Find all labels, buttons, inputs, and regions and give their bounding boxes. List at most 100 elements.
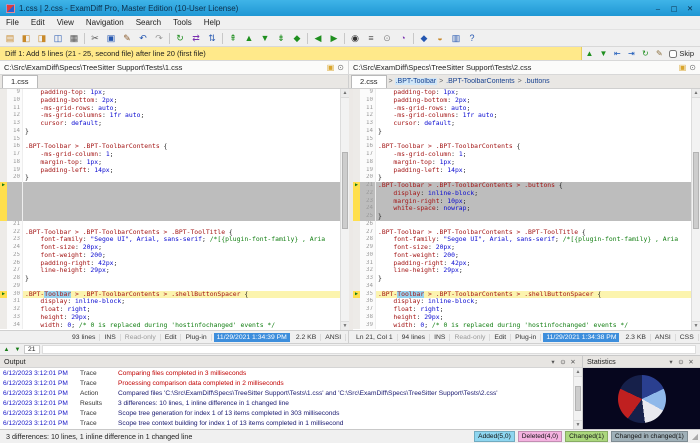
browse-folder-icon[interactable]: ▣ [679,63,687,72]
scroll-down-arrow[interactable]: ▼ [692,321,700,330]
help-button[interactable]: ? [464,31,480,46]
print-button[interactable]: ▦ [66,31,82,46]
menu-item-view[interactable]: View [51,16,80,29]
save-button[interactable]: ◫ [50,31,66,46]
pin-icon[interactable]: ⊙ [676,358,686,366]
code-text[interactable] [376,221,691,229]
breadcrumb-item[interactable]: .BPT-Toolbar [395,78,437,85]
code-text[interactable] [23,190,340,198]
copy-block-right-button[interactable]: ⇥ [624,48,638,60]
output-row[interactable]: 6/12/2023 3:12:01 PMTraceScope tree gene… [0,408,573,418]
copy-button[interactable]: ▣ [103,31,119,46]
code-text[interactable]: } [23,275,340,283]
edit-block-button[interactable]: ✎ [652,48,666,60]
menu-item-search[interactable]: Search [130,16,167,29]
output-row[interactable]: 6/12/2023 3:12:01 PMResults3 differences… [0,398,573,408]
code-text[interactable]: padding-top: 1px; [376,89,691,97]
code-text[interactable]: display: inline-block; [376,298,691,306]
code-text[interactable]: padding-left: 14px; [376,167,691,175]
code-text[interactable]: display: inline-block; [376,190,691,198]
code-text[interactable]: font-size: 20px; [23,244,340,252]
code-text[interactable]: line-height: 29px; [23,267,340,275]
code-text[interactable]: padding-right: 42px; [23,260,340,268]
menu-item-edit[interactable]: Edit [25,16,51,29]
skip-checkbox[interactable] [669,50,677,58]
code-text[interactable]: .BPT-Toolbar > .BPT-ToolbarContents > .b… [376,182,691,190]
code-text[interactable] [23,136,340,144]
code-text[interactable]: -ms-grid-columns: 1fr auto; [376,112,691,120]
code-text[interactable]: float: right; [23,306,340,314]
prev-change-arrow-icon[interactable]: ▲ [2,347,11,353]
code-text[interactable]: -ms-grid-rows: auto; [23,105,340,113]
scroll-up-arrow[interactable]: ▲ [574,368,582,377]
recompare-block-button[interactable]: ↻ [638,48,652,60]
output-row[interactable]: 6/12/2023 3:12:01 PMTraceScope tree cont… [0,418,573,428]
cut-button[interactable]: ✂ [87,31,103,46]
menu-item-tools[interactable]: Tools [167,16,198,29]
code-text[interactable]: height: 29px; [376,314,691,322]
code-text[interactable] [23,283,340,291]
pin-icon[interactable]: ⊙ [337,63,344,72]
output-row[interactable]: 6/12/2023 3:12:01 PMTraceProcessing comp… [0,378,573,388]
maximize-button[interactable]: ▢ [666,2,682,15]
code-text[interactable]: font-weight: 200; [376,252,691,260]
report-button[interactable]: ▥ [448,31,464,46]
copy-block-left-button[interactable]: ⇤ [610,48,624,60]
code-text[interactable] [23,198,340,206]
plugins-button[interactable]: ◆ [416,31,432,46]
menu-item-navigation[interactable]: Navigation [80,16,130,29]
swap-panes-button[interactable]: ⇄ [188,31,204,46]
next-difference-button[interactable]: ▼ [596,48,610,60]
tab-second-file[interactable]: 2.css [351,75,387,88]
code-text[interactable] [23,205,340,213]
code-text[interactable]: -ms-grid-column: 1; [23,151,340,159]
code-text[interactable] [376,136,691,144]
prev-file-button[interactable]: ◀ [310,31,326,46]
open-first-file-button[interactable]: ◧ [18,31,34,46]
code-text[interactable]: .BPT-Toolbar > .BPT-ToolbarContents > .B… [23,229,340,237]
options-button[interactable]: ⊙ [379,31,395,46]
code-text[interactable]: padding-right: 42px; [376,260,691,268]
code-text[interactable] [23,182,340,190]
code-text[interactable]: .BPT-Toolbar > .BPT-ToolbarContents > .s… [23,291,340,299]
code-text[interactable]: cursor: default; [376,120,691,128]
redo-button[interactable]: ↷ [151,31,167,46]
code-text[interactable]: -ms-grid-rows: auto; [376,105,691,113]
code-text[interactable]: } [23,128,340,136]
next-file-button[interactable]: ▶ [326,31,342,46]
menu-item-file[interactable]: File [0,16,25,29]
code-text[interactable] [376,283,691,291]
prev-difference-button[interactable]: ▲ [582,48,596,60]
code-text[interactable]: } [376,128,691,136]
code-text[interactable]: font-size: 20px; [376,244,691,252]
code-text[interactable] [23,221,340,229]
code-text[interactable]: padding-bottom: 2px; [23,97,340,105]
code-text[interactable]: font-weight: 200; [23,252,340,260]
code-text[interactable]: } [376,275,691,283]
code-text[interactable]: } [376,213,691,221]
code-text[interactable]: } [376,174,691,182]
pin-icon[interactable]: ⊙ [558,358,568,366]
chevron-down-icon[interactable]: ▾ [548,358,558,366]
resize-grip[interactable]: ◢ [692,432,698,441]
close-icon[interactable]: ✕ [568,358,578,366]
first-diff-button[interactable]: ⇞ [225,31,241,46]
code-text[interactable]: .BPT-Toolbar > .BPT-ToolbarContents { [376,143,691,151]
recompare-button[interactable]: ↻ [172,31,188,46]
close-button[interactable]: ✕ [682,2,698,15]
breadcrumb-item[interactable]: .BPT-ToolbarContents [445,78,515,85]
undo-button[interactable]: ↶ [135,31,151,46]
scrollbar-thumb[interactable] [693,152,699,229]
code-text[interactable]: padding-bottom: 2px; [376,97,691,105]
code-text[interactable]: .BPT-Toolbar > .BPT-ToolbarContents { [23,143,340,151]
menu-item-help[interactable]: Help [198,16,226,29]
output-row[interactable]: 6/12/2023 3:12:01 PMActionCompared files… [0,388,573,398]
code-text[interactable]: .BPT-Toolbar > .BPT-ToolbarContents > .B… [376,229,691,237]
synchronize-button[interactable]: ⇅ [204,31,220,46]
code-text[interactable]: padding-left: 14px; [23,167,340,175]
prev-diff-button[interactable]: ▲ [241,31,257,46]
next-diff-button[interactable]: ▼ [257,31,273,46]
code-text[interactable]: display: inline-block; [23,298,340,306]
chevron-down-icon[interactable]: ▾ [666,358,676,366]
code-text[interactable]: width: 0; /* 0 is replaced during 'hosti… [376,322,691,330]
